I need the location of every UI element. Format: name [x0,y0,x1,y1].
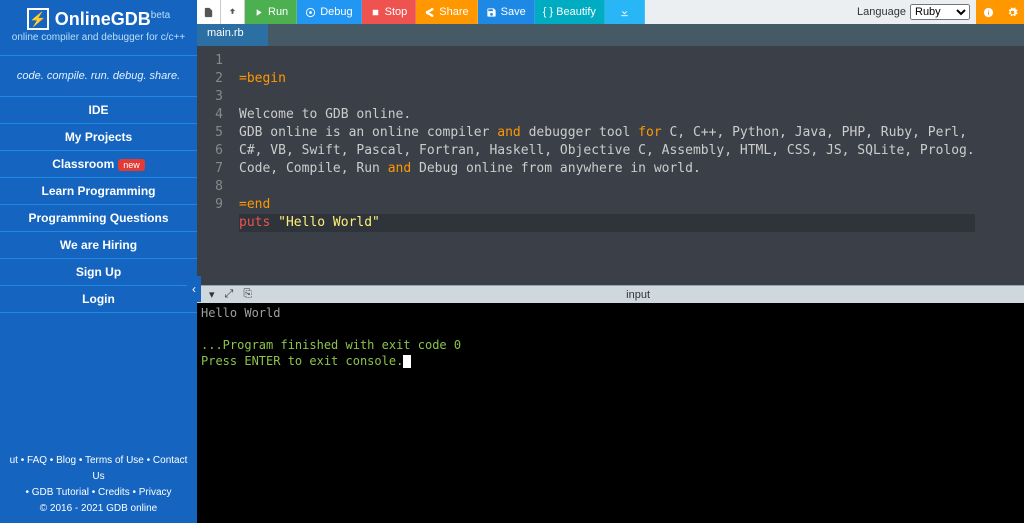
console-output: Hello World [201,306,280,320]
info-button[interactable]: i [976,0,1000,24]
footer-copyright: © 2016 - 2021 GDB online [4,501,193,517]
file-icon [203,7,214,18]
tab-bar: main.rb [197,24,1024,46]
tab-main[interactable]: main.rb [197,24,268,46]
download-icon [619,7,630,18]
stop-icon [370,7,381,18]
expand-icon[interactable]: ⤢ [225,288,234,301]
beautify-button[interactable]: { } Beautify [535,0,605,24]
language-label: Language [857,6,906,18]
sidebar: ⚡ OnlineGDBbeta online compiler and debu… [0,0,197,523]
upload-icon [227,7,238,18]
language-select[interactable]: Ruby [910,4,970,20]
line-gutter: 123 456 789 [197,46,229,285]
console-prompt: Press ENTER to exit console. [201,354,403,368]
bolt-icon: ⚡ [27,8,49,30]
console-exit: ...Program finished with exit code 0 [201,338,461,352]
cursor [403,355,411,368]
new-badge: new [118,159,145,171]
nav-projects[interactable]: My Projects [0,124,197,151]
nav-classroom[interactable]: Classroomnew [0,151,197,178]
code-editor[interactable]: 123 456 789 =begin Welcome to GDB online… [197,46,1024,285]
nav-questions[interactable]: Programming Questions [0,205,197,232]
footer: ut • FAQ • Blog • Terms of Use • Contact… [0,447,197,523]
input-label: input [252,289,1024,301]
debug-button[interactable]: Debug [297,0,361,24]
nav-learn[interactable]: Learn Programming [0,178,197,205]
footer-links-1[interactable]: ut • FAQ • Blog • Terms of Use • Contact… [4,453,193,485]
copy-icon[interactable]: ⎘ [243,288,252,301]
new-file-button[interactable] [197,0,221,24]
share-button[interactable]: Share [416,0,477,24]
tagline: online compiler and debugger for c/c++ [10,32,187,43]
brand-name: OnlineGDB [55,9,151,29]
download-button[interactable] [605,0,645,24]
nav-ide[interactable]: IDE [0,97,197,124]
save-button[interactable]: Save [478,0,535,24]
console-header: ‹ ▾ ⤢ ⎘ input [197,285,1024,303]
logo[interactable]: ⚡ OnlineGDBbeta [27,8,170,30]
play-icon [253,7,264,18]
svg-text:i: i [987,9,989,16]
collapse-handle[interactable]: ‹ [187,276,201,302]
save-icon [486,7,497,18]
settings-button[interactable] [1000,0,1024,24]
footer-links-2[interactable]: • GDB Tutorial • Credits • Privacy [4,485,193,501]
beta-label: beta [151,10,170,21]
console[interactable]: Hello World ...Program finished with exi… [197,303,1024,523]
chevron-down-icon[interactable]: ▾ [209,288,215,301]
nav: IDE My Projects Classroomnew Learn Progr… [0,97,197,313]
share-icon [424,7,435,18]
code-content[interactable]: =begin Welcome to GDB online. GDB online… [229,46,975,285]
bug-icon [305,7,316,18]
info-icon: i [983,7,994,18]
nav-login[interactable]: Login [0,286,197,313]
nav-signup[interactable]: Sign Up [0,259,197,286]
slogan: code. compile. run. debug. share. [0,55,197,97]
logo-area: ⚡ OnlineGDBbeta online compiler and debu… [0,0,197,49]
stop-button[interactable]: Stop [362,0,417,24]
gear-icon [1007,7,1018,18]
main: Run Debug Stop Share Save { } Beautify L… [197,0,1024,523]
toolbar: Run Debug Stop Share Save { } Beautify L… [197,0,1024,24]
upload-button[interactable] [221,0,245,24]
run-button[interactable]: Run [245,0,297,24]
language-selector: Language Ruby [851,0,976,24]
nav-hiring[interactable]: We are Hiring [0,232,197,259]
